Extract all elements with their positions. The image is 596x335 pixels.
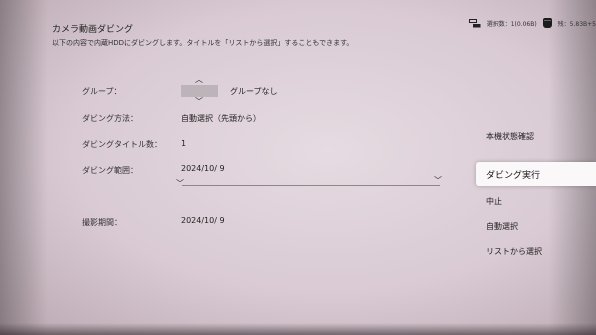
hdd-remaining-text: 残：5.83B+5	[557, 20, 596, 28]
menu-start-dubbing[interactable]: ダビング実行	[476, 162, 596, 186]
status-bar: 選択数：1(0.06B) 残：5.83B+5	[468, 18, 596, 28]
title-count-label: ダビングタイトル数：	[82, 140, 162, 149]
chevron-down-icon[interactable]: ﹀	[195, 98, 203, 106]
screen-bezel-edge	[0, 323, 596, 335]
menu-start-dubbing-label: ダビング実行	[486, 171, 541, 181]
page-description: 以下の内容で内蔵HDDにダビングします。タイトルを「リストから選択」することもで…	[52, 39, 354, 47]
menu-select-from-list[interactable]: リストから選択	[486, 246, 542, 257]
page-title: カメラ動画ダビング	[52, 25, 134, 35]
method-value: 自動選択（先頭から）	[181, 114, 261, 123]
range-start-chevron-icon[interactable]: ﹀	[176, 180, 184, 188]
title-count-value: 1	[181, 139, 187, 148]
period-value: 2024/10/ 9	[181, 216, 225, 225]
range-end-chevron-icon[interactable]: ﹀	[434, 177, 442, 185]
range-label: ダビング範囲：	[82, 166, 138, 175]
range-value: 2024/10/ 9	[181, 164, 225, 173]
menu-auto-select[interactable]: 自動選択	[486, 221, 518, 232]
group-value: グループなし	[230, 87, 278, 96]
period-label: 撮影期間：	[82, 218, 122, 227]
selection-icon	[468, 18, 481, 28]
selection-count-text: 選択数：1(0.06B)	[486, 20, 537, 28]
range-slider[interactable]	[182, 185, 440, 186]
chevron-up-icon[interactable]: ︿	[195, 76, 203, 84]
menu-cancel[interactable]: 中止	[486, 196, 502, 207]
hdd-icon	[542, 18, 552, 28]
menu-device-status[interactable]: 本機状態確認	[486, 131, 534, 142]
group-label: グループ：	[82, 87, 122, 96]
group-selector[interactable]	[181, 85, 218, 97]
method-label: ダビング方法：	[82, 114, 138, 123]
